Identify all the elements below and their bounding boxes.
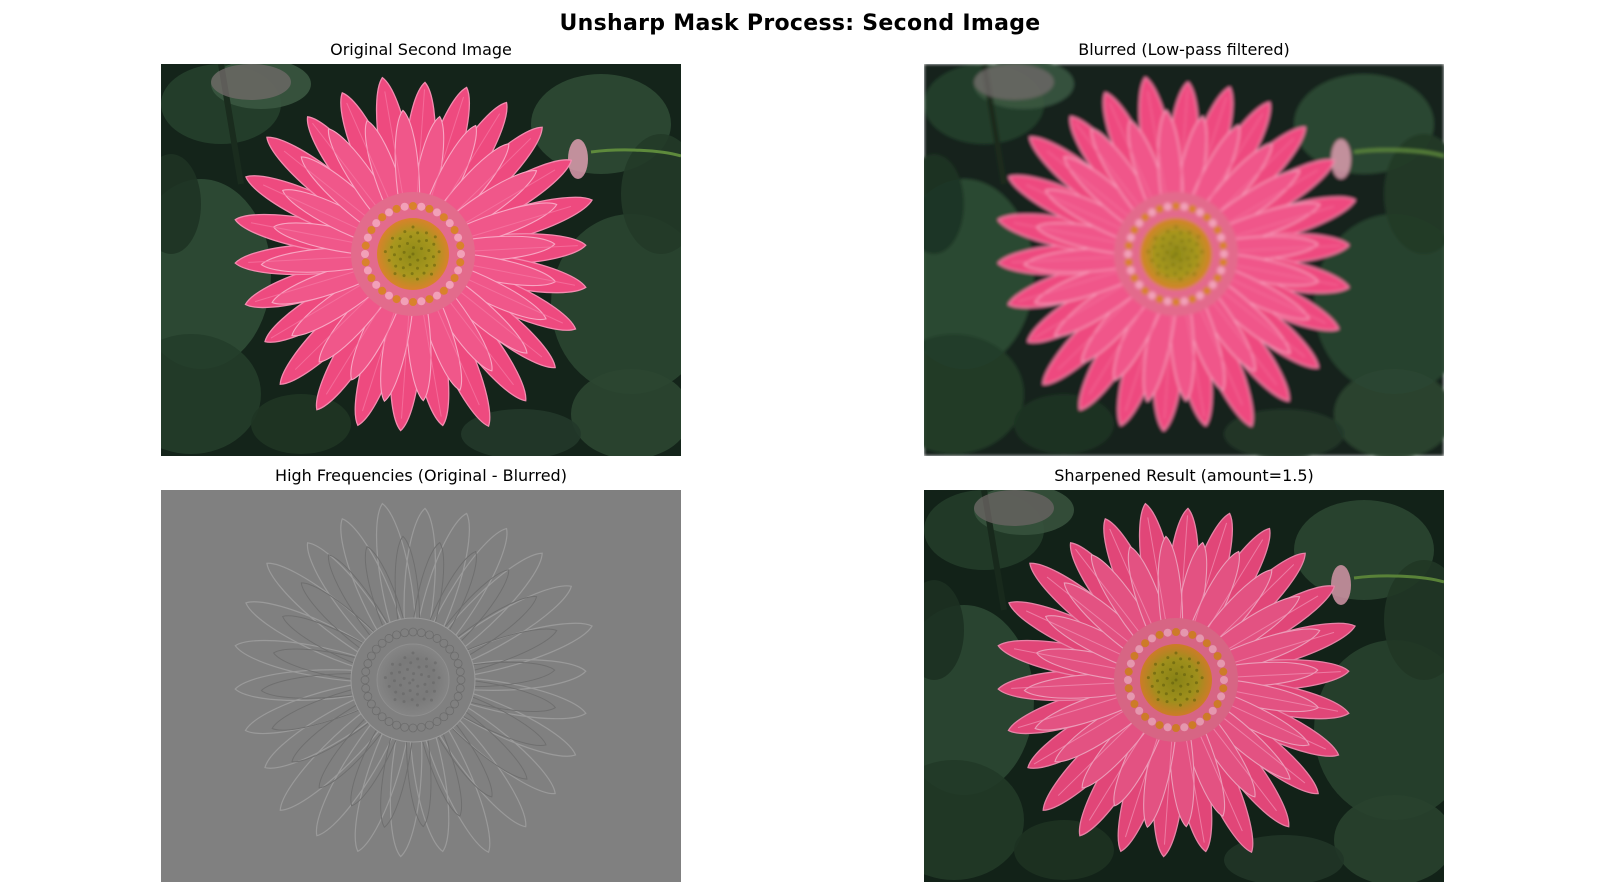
flower-photo <box>924 64 1444 456</box>
high-frequency-image-panel <box>161 490 681 882</box>
panel-title-sharpened: Sharpened Result (amount=1.5) <box>1054 466 1314 485</box>
flower-photo <box>924 490 1444 882</box>
panel-title-blurred: Blurred (Low-pass filtered) <box>1078 40 1290 59</box>
panel-title-original: Original Second Image <box>330 40 512 59</box>
flower-photo <box>161 64 681 456</box>
flower-photo <box>161 490 681 882</box>
figure-title: Unsharp Mask Process: Second Image <box>559 11 1041 36</box>
original-image-panel <box>161 64 681 456</box>
panel-title-high-frequencies: High Frequencies (Original - Blurred) <box>275 466 567 485</box>
sharpened-image-panel <box>924 490 1444 882</box>
blurred-image-panel <box>924 64 1444 456</box>
